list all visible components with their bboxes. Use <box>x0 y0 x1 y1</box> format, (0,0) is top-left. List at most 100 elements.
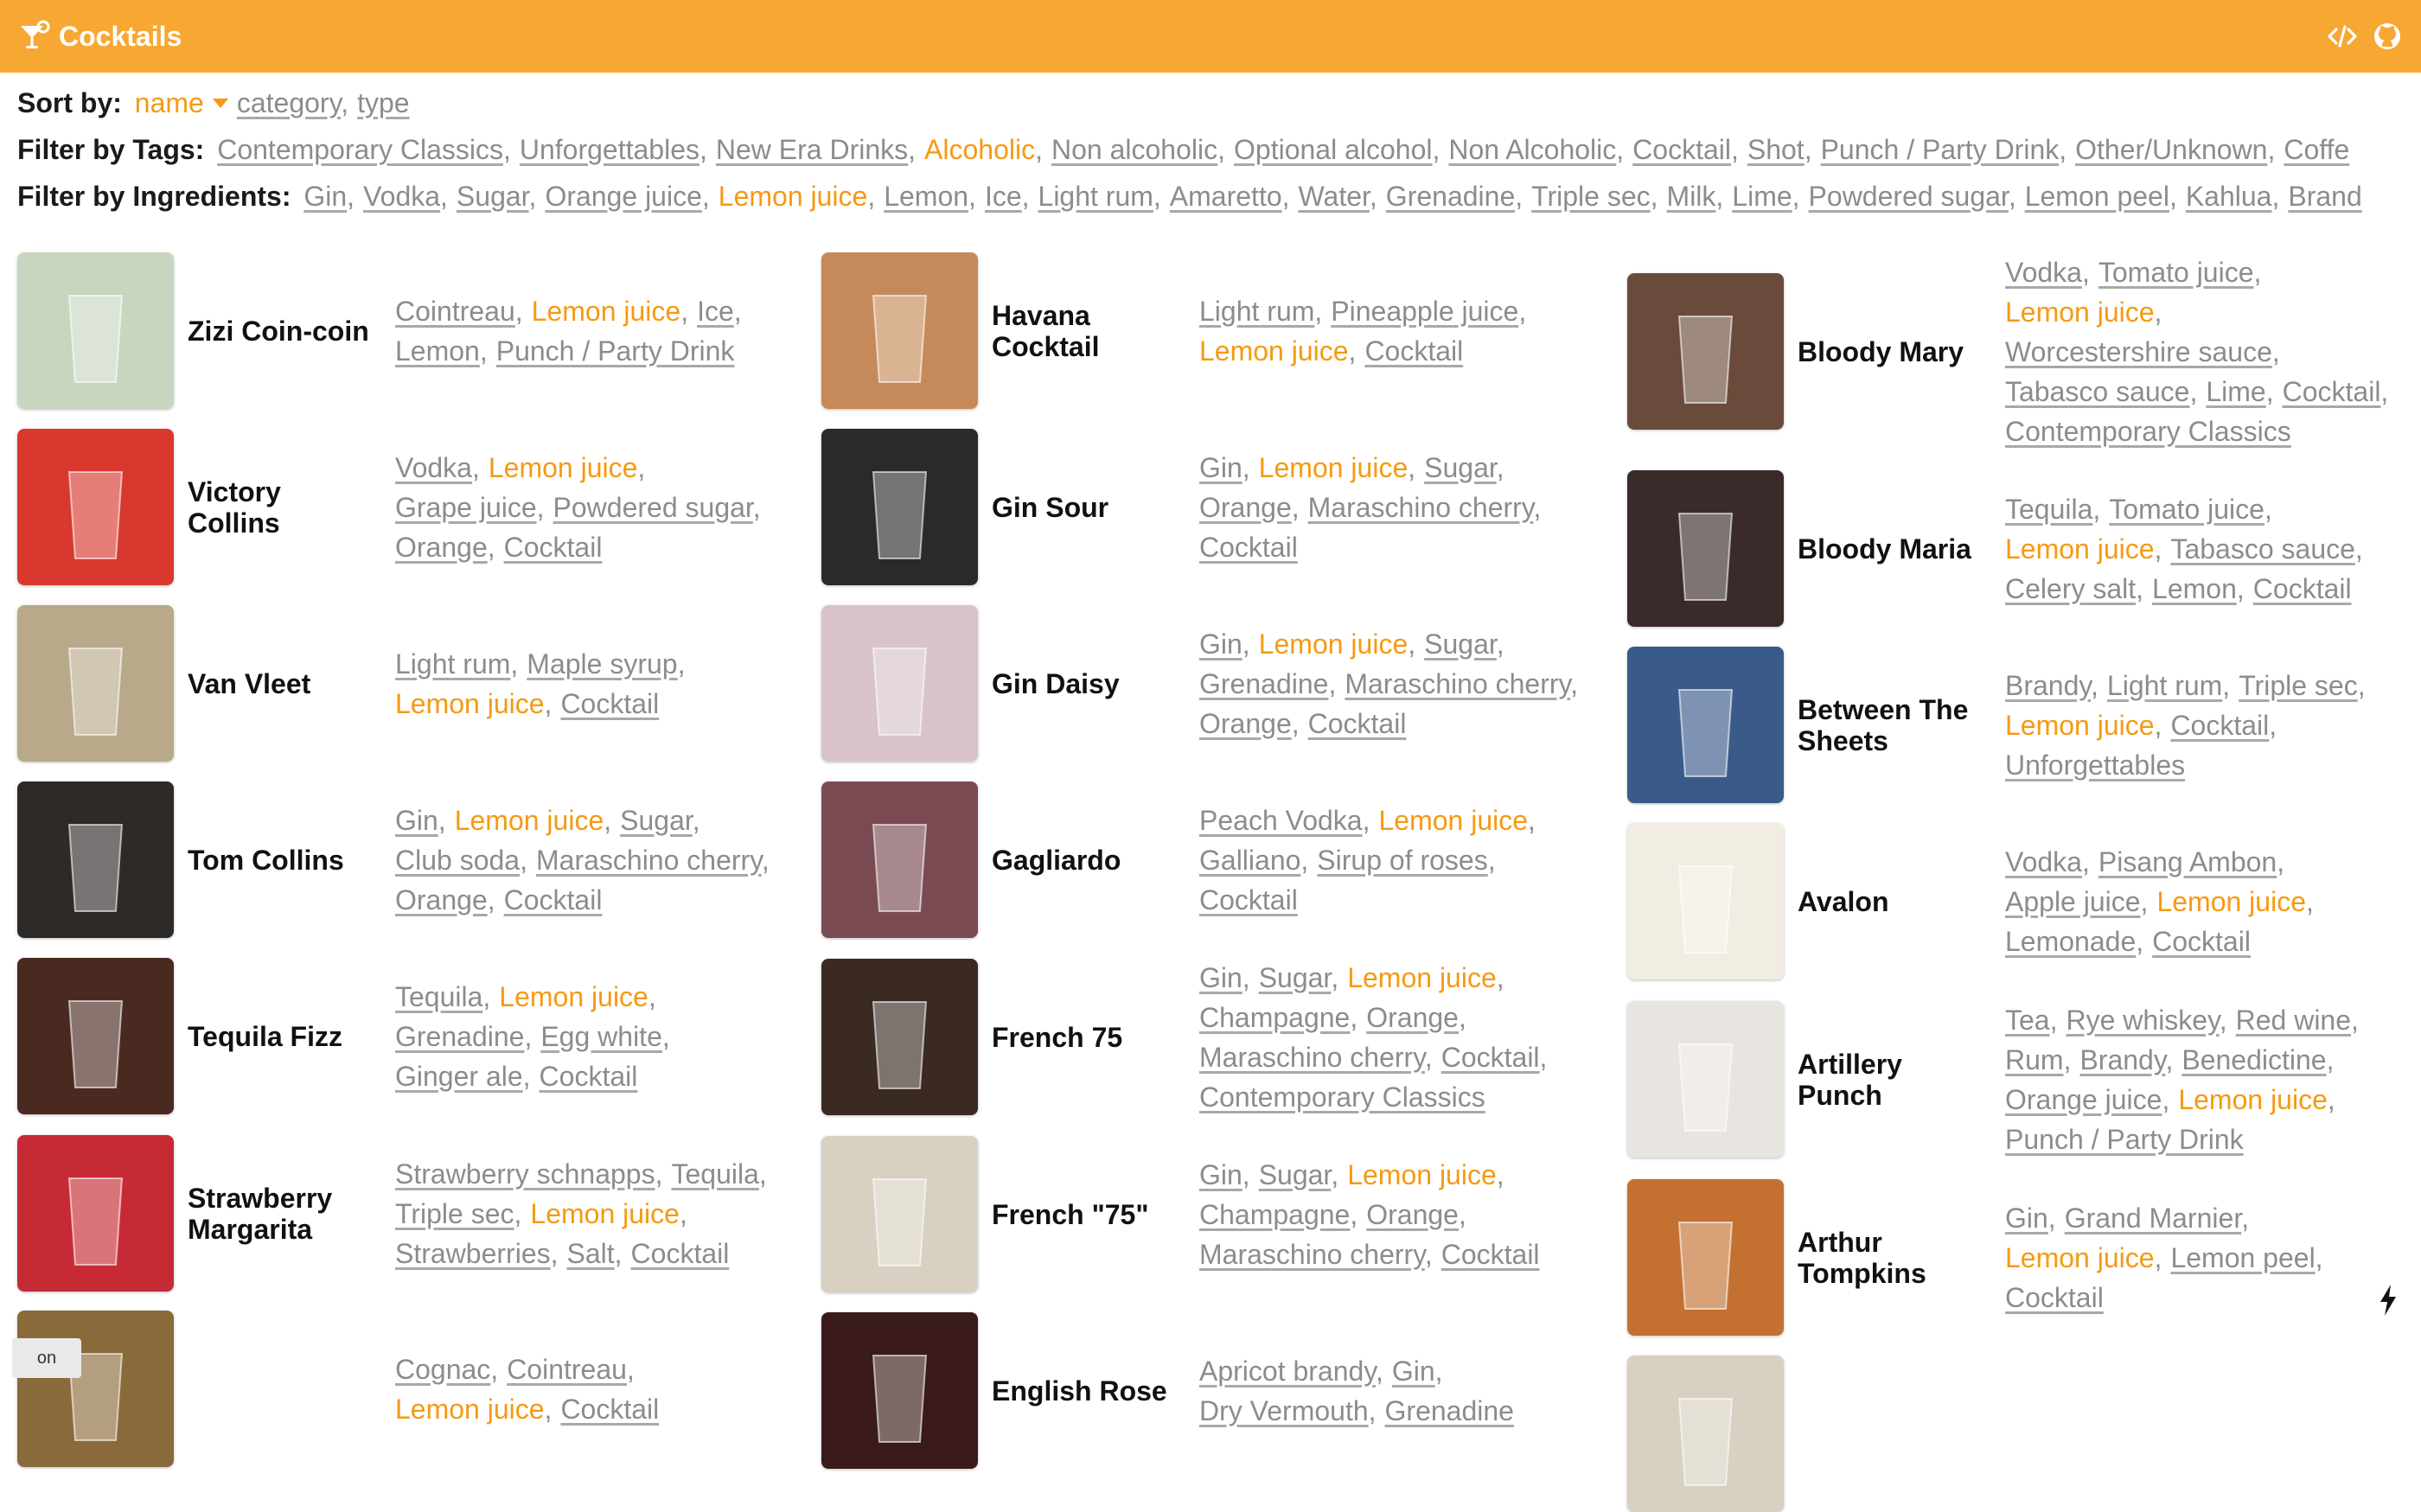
cocktail-tag[interactable]: Lemon juice <box>1199 335 1349 367</box>
cocktail-tag[interactable]: Orange <box>1199 708 1292 739</box>
cocktail-tag[interactable]: Cocktail <box>1308 708 1407 739</box>
cocktail-tag[interactable]: Grenadine <box>1385 1395 1514 1426</box>
ingredient-filter-item[interactable]: Amaretto <box>1170 181 1282 212</box>
cocktail-tag[interactable]: Strawberries <box>395 1238 551 1269</box>
cocktail-tag[interactable]: Vodka <box>2005 257 2082 288</box>
cocktail-tag[interactable]: Red wine <box>2236 1005 2351 1036</box>
cocktail-tag[interactable]: Cocktail <box>504 532 603 563</box>
cocktail-tag[interactable]: Sugar <box>1259 1159 1332 1190</box>
cocktail-tag[interactable]: Pisang Ambon <box>2098 846 2277 877</box>
cocktail-card[interactable]: Zizi Coin-coin Cointreau, Lemon juice, Ice,… <box>17 252 802 409</box>
ingredient-filter-item[interactable]: Gin <box>303 181 347 212</box>
cocktail-tag[interactable]: Lemon <box>395 335 480 367</box>
tag-filter-item[interactable]: Cocktail <box>1632 134 1731 165</box>
cocktail-card[interactable]: Gin Sour Gin, Lemon juice, Sugar, Orange, Mar… <box>821 429 1606 585</box>
tag-filter-item[interactable]: Other/Unknown <box>2075 134 2267 165</box>
brand[interactable]: Cocktails <box>17 19 182 54</box>
ingredient-filter-item[interactable]: Lemon peel <box>2025 181 2169 212</box>
cocktail-tag[interactable]: Rum <box>2005 1044 2064 1075</box>
cocktail-thumbnail[interactable] <box>1627 273 1784 430</box>
cocktail-thumbnail[interactable] <box>17 782 174 938</box>
cocktail-tag[interactable]: Gin <box>1199 452 1242 483</box>
cocktail-tag[interactable]: Tequila <box>395 981 482 1012</box>
tag-filter-item[interactable]: Punch / Party Drink <box>1821 134 2060 165</box>
cocktail-thumbnail[interactable] <box>1627 1179 1784 1336</box>
tag-filter-item[interactable]: Non Alcoholic <box>1448 134 1616 165</box>
cocktail-thumbnail[interactable] <box>1627 470 1784 627</box>
cocktail-tag[interactable]: Sirup of roses <box>1317 845 1487 876</box>
cocktail-tag[interactable]: Celery salt <box>2005 573 2136 604</box>
cocktail-tag[interactable]: Lemon juice <box>1259 452 1409 483</box>
cocktail-tag[interactable]: Lemon juice <box>1347 1159 1497 1190</box>
cocktail-tag[interactable]: Lemon juice <box>2005 1242 2155 1273</box>
cocktail-tag[interactable]: Light rum <box>2107 670 2222 701</box>
cocktail-tag[interactable]: Grenadine <box>395 1021 524 1052</box>
ingredient-filter-item[interactable]: Kahlua <box>2186 181 2272 212</box>
caret-down-icon[interactable] <box>212 99 228 109</box>
cocktail-card[interactable]: English Rose Apricot brandy, Gin, Dry Vermo… <box>821 1312 1606 1469</box>
cocktail-tag[interactable]: Lemon juice <box>1378 805 1528 836</box>
cocktail-card[interactable]: Van Vleet Light rum, Maple syrup, Lemon jui… <box>17 605 802 762</box>
cocktail-tag[interactable]: Lemon juice <box>395 1394 545 1425</box>
ingredient-filter-item[interactable]: Powdered sugar <box>1809 181 2009 212</box>
tag-filter-item[interactable]: Non alcoholic <box>1051 134 1217 165</box>
cocktail-tag[interactable]: Tomato juice <box>2098 257 2254 288</box>
cocktail-tag[interactable]: Gin <box>1199 962 1242 993</box>
cocktail-tag[interactable]: Orange <box>1366 1199 1459 1230</box>
cocktail-tag[interactable]: Lemon juice <box>2005 710 2155 741</box>
ingredient-filter-item[interactable]: Vodka <box>363 181 440 212</box>
cocktail-tag[interactable]: Gin <box>2005 1203 2048 1234</box>
cocktail-tag[interactable]: Sugar <box>620 805 693 836</box>
cocktail-card[interactable]: Gagliardo Peach Vodka, Lemon juice, Gallian… <box>821 782 1606 938</box>
cocktail-tag[interactable]: Salt <box>567 1238 615 1269</box>
cocktail-tag[interactable]: Contemporary Classics <box>1199 1081 1485 1113</box>
cocktail-tag[interactable]: Cocktail <box>1441 1042 1540 1073</box>
ingredient-filter-item[interactable]: Lime <box>1732 181 1792 212</box>
cocktail-tag[interactable]: Gin <box>1199 1159 1242 1190</box>
cocktail-tag[interactable]: Galliano <box>1199 845 1300 876</box>
cocktail-tag[interactable]: Pineapple juice <box>1331 296 1518 327</box>
cocktail-tag[interactable]: Cocktail <box>1441 1239 1540 1270</box>
cocktail-tag[interactable]: Cocktail <box>631 1238 730 1269</box>
ingredient-filter-item[interactable]: Triple sec <box>1531 181 1651 212</box>
cocktail-tag[interactable]: Rye whiskey <box>2066 1005 2219 1036</box>
cocktail-tag[interactable]: Lemon juice <box>530 1198 680 1229</box>
cocktail-tag[interactable]: Lemonade <box>2005 926 2136 957</box>
cocktail-tag[interactable]: Lemon juice <box>532 296 681 327</box>
cocktail-thumbnail[interactable] <box>17 605 174 762</box>
lightning-icon[interactable] <box>2371 1274 2405 1326</box>
cocktail-tag[interactable]: Gin <box>1392 1356 1435 1387</box>
code-icon[interactable] <box>2326 20 2359 53</box>
cocktail-thumbnail[interactable] <box>821 959 978 1115</box>
cocktail-tag[interactable]: Vodka <box>2005 846 2082 877</box>
cocktail-tag[interactable]: Grand Marnier <box>2065 1203 2242 1234</box>
cocktail-tag[interactable]: Lemon juice <box>1259 628 1409 660</box>
cocktail-tag[interactable]: Grape juice <box>395 492 537 523</box>
cocktail-thumbnail[interactable] <box>17 958 174 1114</box>
cocktail-tag[interactable]: Brandy <box>2005 670 2091 701</box>
cocktail-tag[interactable]: Cocktail <box>540 1061 638 1092</box>
cocktail-card[interactable]: Artillery Punch Tea, Rye whiskey, Red wine,… <box>1627 1001 2411 1158</box>
cocktail-tag[interactable]: Lemon <box>2152 573 2237 604</box>
cocktail-thumbnail[interactable] <box>1627 1001 1784 1158</box>
cocktail-thumbnail[interactable] <box>821 252 978 409</box>
cocktail-tag[interactable]: Lemon juice <box>455 805 604 836</box>
cocktail-thumbnail[interactable] <box>821 1136 978 1292</box>
cocktail-tag[interactable]: Light rum <box>1199 296 1314 327</box>
cocktail-card[interactable]: Arthur Tompkins Gin, Grand Marnier, Lemon j… <box>1627 1179 2411 1336</box>
tag-filter-item[interactable]: New Era Drinks <box>716 134 908 165</box>
cocktail-card[interactable]: Avalon Vodka, Pisang Ambon, Apple juice, Lem… <box>1627 823 2411 979</box>
cocktail-tag[interactable]: Maraschino cherry <box>1345 668 1570 699</box>
sort-option-name[interactable]: name <box>135 87 204 118</box>
cocktail-tag[interactable]: Tomato juice <box>2109 494 2264 525</box>
cocktail-tag[interactable]: Punch / Party Drink <box>496 335 735 367</box>
cocktail-tag[interactable]: Triple sec <box>395 1198 514 1229</box>
cocktail-tag[interactable]: Brandy <box>2079 1044 2165 1075</box>
cocktail-tag[interactable]: Cocktail <box>1199 532 1298 563</box>
ingredient-filter-item[interactable]: Orange juice <box>545 181 701 212</box>
cocktail-tag[interactable]: Cocktail <box>1364 335 1463 367</box>
cocktail-card[interactable]: Havana Cocktail Light rum, Pineapple juice… <box>821 252 1606 409</box>
cocktail-card[interactable]: Victory Collins Vodka, Lemon juice, Grape j… <box>17 429 802 585</box>
cocktail-tag[interactable]: Gin <box>1199 628 1242 660</box>
cocktail-tag[interactable]: Cognac <box>395 1354 490 1385</box>
